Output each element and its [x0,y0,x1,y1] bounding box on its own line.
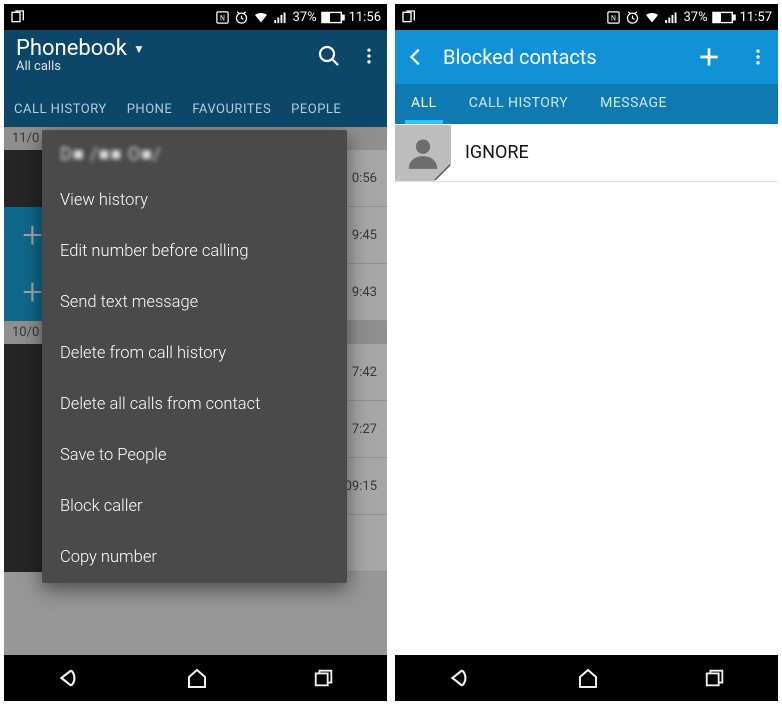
blocked-contact-name: IGNORE [451,142,529,163]
tab-all[interactable]: ALL [395,84,453,124]
recent-apps-button[interactable] [313,667,335,689]
avatar-placeholder [395,125,451,181]
menu-item-block-caller[interactable]: Block caller [42,481,347,532]
tab-call-history[interactable]: CALL HISTORY [453,84,584,124]
menu-item-send-text[interactable]: Send text message [42,277,347,328]
add-icon[interactable] [696,44,722,70]
menu-item-view-history[interactable]: View history [42,175,347,226]
battery-icon [712,11,736,24]
blocked-list: IGNORE [395,124,778,655]
signal-icon [664,10,679,25]
dropdown-icon[interactable]: ▼ [133,42,145,56]
back-button[interactable] [56,665,82,691]
wifi-icon [644,9,660,25]
system-nav-bar [395,655,778,701]
back-icon[interactable] [405,46,427,68]
phone-screenshot-left: N 37% 11:56 Phonebook ▼ All calls CALL H… [4,4,387,701]
context-menu: D■ /■■ O■/ View history Edit number befo… [42,130,347,583]
tab-message[interactable]: MESSAGE [584,84,683,124]
menu-item-delete-all[interactable]: Delete all calls from contact [42,379,347,430]
header-title: Blocked contacts [443,45,680,69]
tab-bar: CALL HISTORY PHONE FAVOURITES PEOPLE [4,92,387,127]
tab-call-history[interactable]: CALL HISTORY [4,102,117,117]
status-bar: N 37% 11:57 [395,4,778,30]
alarm-icon [625,10,640,25]
app-header: Phonebook ▼ All calls [4,30,387,92]
status-bar: N 37% 11:56 [4,4,387,30]
multiwindow-icon [401,9,417,25]
nfc-icon: N [215,10,230,25]
alarm-icon [234,10,249,25]
battery-percent: 37% [292,10,316,25]
svg-text:N: N [612,14,617,22]
menu-item-edit-number[interactable]: Edit number before calling [42,226,347,277]
menu-item-save-people[interactable]: Save to People [42,430,347,481]
tab-bar: ALL CALL HISTORY MESSAGE [395,84,778,124]
svg-text:N: N [221,14,226,22]
search-icon[interactable] [317,44,341,68]
back-button[interactable] [447,665,473,691]
tab-phone[interactable]: PHONE [117,102,183,117]
tab-people[interactable]: PEOPLE [281,102,351,117]
phone-screenshot-right: N 37% 11:57 Blocked contacts ALL CALL HI… [395,4,778,701]
menu-item-delete-history[interactable]: Delete from call history [42,328,347,379]
home-button[interactable] [185,666,209,690]
overflow-menu-icon[interactable] [748,47,768,67]
home-button[interactable] [576,666,600,690]
battery-percent: 37% [683,10,707,25]
recent-apps-button[interactable] [704,667,726,689]
battery-icon [321,11,345,24]
nfc-icon: N [606,10,621,25]
signal-icon [273,10,288,25]
call-list: 11/0 0:56 +9:45 +9:43 10/0 7:42 7:27 ↗ M… [4,127,387,655]
multiwindow-icon [10,9,26,25]
context-menu-header: D■ /■■ O■/ [42,130,347,175]
overflow-menu-icon[interactable] [359,46,379,66]
tab-favourites[interactable]: FAVOURITES [182,102,281,117]
status-time: 11:56 [349,10,381,25]
menu-item-copy-number[interactable]: Copy number [42,532,347,583]
blocked-contact-row[interactable]: IGNORE [395,124,778,182]
system-nav-bar [4,655,387,701]
app-header: Blocked contacts [395,30,778,84]
status-time: 11:57 [740,10,772,25]
header-title[interactable]: Phonebook [16,36,127,61]
wifi-icon [253,9,269,25]
